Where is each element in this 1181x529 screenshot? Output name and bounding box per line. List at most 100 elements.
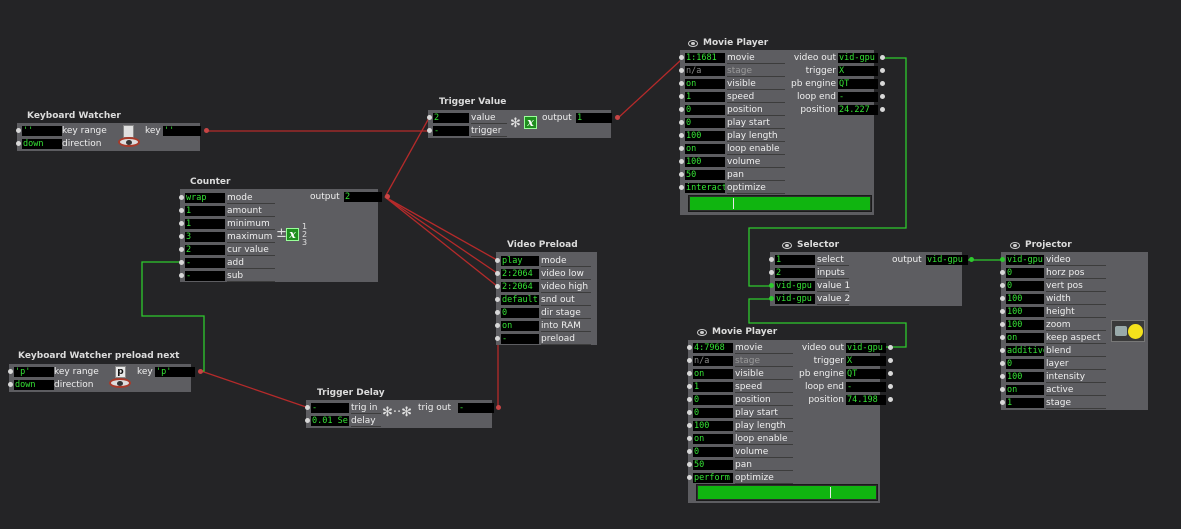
input-value[interactable]: vid-gpu [1006, 255, 1044, 265]
input-value[interactable]: 1 [185, 206, 225, 216]
direction-inlet[interactable] [8, 382, 13, 387]
actor-selector[interactable]: output vid-gpu 1 select 2 inputs vid-gpu valu… [769, 252, 974, 306]
output-outlet[interactable] [385, 194, 390, 199]
input-inlet[interactable] [769, 270, 774, 275]
output-outlet[interactable] [880, 68, 885, 73]
input-inlet[interactable] [305, 405, 310, 410]
key-outlet[interactable] [198, 369, 203, 374]
key-range-value[interactable]: 'p' [14, 367, 54, 377]
input-inlet[interactable] [1000, 309, 1005, 314]
input-value[interactable]: 0.01 Se [311, 416, 349, 426]
wire-kwp-key-to-trigger-delay[interactable] [200, 370, 310, 409]
output-outlet[interactable] [888, 384, 893, 389]
input-inlet[interactable] [687, 371, 692, 376]
wire-counter-to-video-high[interactable] [384, 196, 498, 287]
input-inlet[interactable] [179, 234, 184, 239]
wire-counter-to-video-low[interactable] [384, 196, 498, 274]
input-inlet[interactable] [1000, 387, 1005, 392]
actor-video-preload[interactable]: play mode 2:2064 video low 2:2064 video high d… [495, 252, 597, 345]
input-inlet[interactable] [495, 258, 500, 263]
input-inlet[interactable] [1000, 296, 1005, 301]
input-value[interactable]: 1 [775, 255, 815, 265]
input-inlet[interactable] [679, 55, 684, 60]
input-inlet[interactable] [769, 296, 774, 301]
input-value[interactable]: 100 [685, 157, 725, 167]
input-inlet[interactable] [687, 462, 692, 467]
input-value[interactable]: 0 [693, 408, 733, 418]
input-inlet[interactable] [427, 115, 432, 120]
input-value[interactable]: 0 [685, 105, 725, 115]
input-value[interactable]: 0 [693, 395, 733, 405]
input-value[interactable]: wrap [185, 193, 225, 203]
input-value[interactable]: 1 [693, 382, 733, 392]
input-value[interactable]: 50 [693, 460, 733, 470]
input-value[interactable]: 100 [1006, 307, 1044, 317]
input-value[interactable]: 3 [185, 232, 225, 242]
input-inlet[interactable] [769, 257, 774, 262]
input-value[interactable]: - [185, 258, 225, 268]
input-inlet[interactable] [495, 336, 500, 341]
key-outlet[interactable] [204, 128, 209, 133]
input-value[interactable]: 100 [693, 421, 733, 431]
input-value[interactable]: 0 [1006, 268, 1044, 278]
input-inlet[interactable] [1000, 361, 1005, 366]
input-value[interactable]: 100 [1006, 320, 1044, 330]
input-value[interactable]: 100 [1006, 372, 1044, 382]
input-value[interactable]: 2 [433, 113, 469, 123]
input-value[interactable]: 2:2064 [501, 282, 539, 292]
input-inlet[interactable] [687, 436, 692, 441]
input-value[interactable]: 2 [185, 245, 225, 255]
actor-trigger-delay[interactable]: ✻··✻ trig out - - trig in 0.01 Se delay [305, 400, 501, 428]
input-inlet[interactable] [179, 208, 184, 213]
input-inlet[interactable] [1000, 348, 1005, 353]
actor-projector[interactable]: vid-gpu video 0 horz pos 0 vert pos 100 width 10… [1000, 252, 1148, 410]
input-inlet[interactable] [687, 423, 692, 428]
input-inlet[interactable] [687, 449, 692, 454]
input-inlet[interactable] [1000, 257, 1005, 262]
input-inlet[interactable] [305, 418, 310, 423]
output-outlet[interactable] [880, 55, 885, 60]
output-outlet[interactable] [888, 345, 893, 350]
input-inlet[interactable] [495, 310, 500, 315]
wire-counter-to-trigger-value[interactable] [384, 117, 430, 198]
input-inlet[interactable] [427, 128, 432, 133]
actor-movie-player-2[interactable]: 4:7968 movie n/a stage on visible 1 speed 0 posit… [687, 340, 893, 503]
direction-value[interactable]: down [22, 139, 62, 149]
input-inlet[interactable] [1000, 270, 1005, 275]
input-inlet[interactable] [679, 172, 684, 177]
actor-trigger-value[interactable]: ✻ x output 1 2 value - trigger [427, 110, 620, 138]
visibility-eye-icon[interactable] [1010, 242, 1020, 249]
input-value[interactable]: on [1006, 385, 1044, 395]
input-inlet[interactable] [1000, 335, 1005, 340]
input-value[interactable]: 0 [685, 118, 725, 128]
input-inlet[interactable] [687, 397, 692, 402]
input-value[interactable]: - [501, 334, 539, 344]
input-value[interactable]: 0 [1006, 359, 1044, 369]
key-range-value[interactable]: '' [22, 126, 62, 136]
input-inlet[interactable] [769, 283, 774, 288]
input-value[interactable]: 100 [685, 131, 725, 141]
input-value[interactable]: on [685, 79, 725, 89]
input-value[interactable]: on [693, 434, 733, 444]
output-outlet[interactable] [888, 358, 893, 363]
output-outlet[interactable] [880, 81, 885, 86]
input-value[interactable]: on [501, 321, 539, 331]
input-inlet[interactable] [679, 133, 684, 138]
input-value[interactable]: 1:1681 [685, 53, 725, 63]
direction-value[interactable]: down [14, 380, 54, 390]
input-inlet[interactable] [687, 345, 692, 350]
input-inlet[interactable] [1000, 400, 1005, 405]
input-inlet[interactable] [495, 271, 500, 276]
input-inlet[interactable] [679, 120, 684, 125]
input-inlet[interactable] [179, 273, 184, 278]
output-outlet[interactable] [880, 94, 885, 99]
input-value[interactable]: - [433, 126, 469, 136]
input-inlet[interactable] [1000, 283, 1005, 288]
input-value[interactable]: 0 [693, 447, 733, 457]
input-value[interactable]: on [685, 144, 725, 154]
input-inlet[interactable] [495, 297, 500, 302]
input-value[interactable]: default [501, 295, 539, 305]
input-inlet[interactable] [179, 195, 184, 200]
actor-movie-player-1[interactable]: 1:1681 movie n/a stage on visible 1 speed 0 posit… [679, 50, 885, 215]
input-value[interactable]: 50 [685, 170, 725, 180]
